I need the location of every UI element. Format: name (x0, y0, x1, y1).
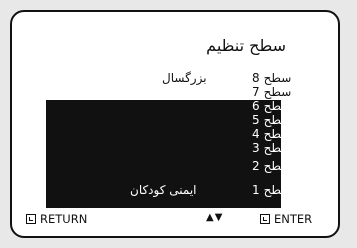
level-number: 5 (252, 113, 260, 127)
level-row-3[interactable]: 3 سطح (248, 142, 291, 154)
level-word: سطح (263, 159, 292, 173)
level-word: سطح (263, 141, 292, 155)
level-number: 7 (252, 85, 260, 99)
return-label: RETURN (40, 212, 88, 226)
level-number: 3 (252, 141, 260, 155)
level-row-6[interactable]: 6 سطح (248, 100, 291, 112)
navigation-hint: ▲▼ (206, 212, 223, 223)
level-number: 2 (252, 159, 260, 173)
level-word: سطح (263, 113, 292, 127)
level-word: سطح (263, 99, 292, 113)
enter-icon (260, 214, 270, 224)
level-word: سطح (263, 127, 292, 141)
footer-bar: RETURN ▲▼ ENTER (22, 212, 328, 232)
return-icon (26, 214, 36, 224)
level-word: سطح (263, 71, 292, 85)
level-number: 6 (252, 99, 260, 113)
enter-label: ENTER (274, 212, 313, 226)
menu-title: سطح تنظیم (206, 36, 286, 55)
enter-button[interactable]: ENTER (260, 212, 312, 226)
level-number: 8 (252, 71, 260, 85)
level-row-8[interactable]: 8 سطح (248, 72, 291, 84)
return-button[interactable]: RETURN (26, 212, 87, 226)
level-row-7[interactable]: 7 سطح (248, 86, 291, 98)
level-number: 1 (252, 183, 260, 197)
up-down-arrows-icon: ▲▼ (206, 212, 224, 223)
osd-screen: سطح تنظیم 8 سطح بزرگسال 7 سطح 6 سطح 5 سطح 4س… (10, 10, 340, 238)
level-row-5[interactable]: 5 سطح (248, 114, 291, 126)
level-row-4[interactable]: 4 سطح (248, 128, 291, 140)
level-row-2[interactable]: 2 سطح (248, 160, 291, 172)
level-8-label: بزرگسال (162, 71, 207, 85)
level-row-1[interactable]: 1 سطح (248, 184, 291, 196)
level-word: سطح (263, 85, 292, 99)
level-1-label: ایمنی کودکان (130, 183, 197, 197)
level-number: 4 (252, 127, 260, 141)
level-word: سطح (263, 183, 292, 197)
